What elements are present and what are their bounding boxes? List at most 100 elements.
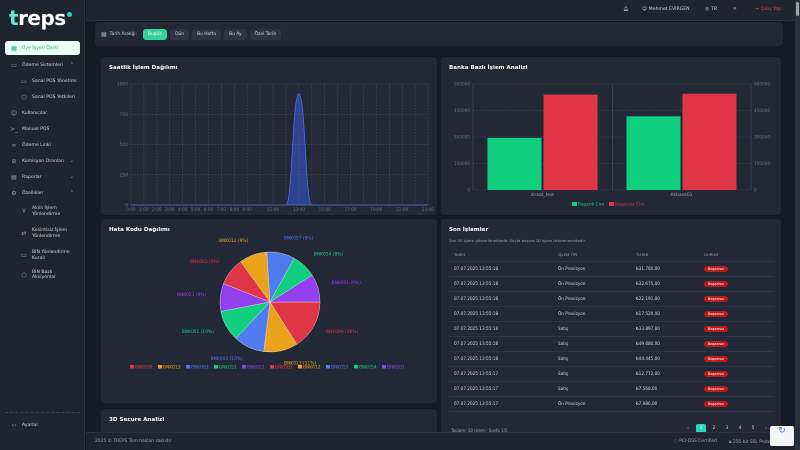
sidebar-item-label: Ödeme Sistemleri bbox=[22, 62, 64, 68]
status-cell: Başarısız bbox=[699, 321, 774, 337]
notifications-button[interactable]: 🔔︎ bbox=[623, 7, 629, 12]
page-scrollbar[interactable] bbox=[795, 0, 800, 450]
table-row[interactable]: 07.07.2025 13:55:18 Satış ₺33.897,00 Başarı… bbox=[449, 321, 774, 337]
legend-swatch bbox=[130, 365, 134, 369]
table-row[interactable]: 07.07.2025 13:55:17 Satış ₺12.772,00 Başarı… bbox=[449, 366, 774, 382]
sidebar-item-label: Raporlar bbox=[22, 174, 42, 180]
table-row[interactable]: 07.07.2025 13:55:18 Satış ₺49.680,00 Başarı… bbox=[449, 336, 774, 352]
logout-button[interactable]: ⇥ Çıkış Yap bbox=[755, 7, 781, 12]
sidebar-item-label: Kesintisiz İşlem Yönlendirme bbox=[32, 228, 68, 239]
filter-this-month-button[interactable]: Bu Ay bbox=[224, 28, 247, 40]
theme-toggle[interactable]: ✺ bbox=[733, 7, 737, 12]
date-cell: 07.07.2025 13:55:18 bbox=[449, 351, 553, 367]
report-icon: ▤ bbox=[11, 173, 17, 181]
route-icon: Y bbox=[22, 208, 26, 215]
sidebar-item-2[interactable]: ▭ Sanal POS Yönetimi bbox=[5, 73, 80, 89]
status-badge: Başarısız bbox=[704, 311, 728, 317]
sidebar-item-label: Kullanıcılar bbox=[22, 110, 48, 116]
legend-swatch bbox=[609, 202, 614, 206]
date-cell: 07.07.2025 13:55:18 bbox=[449, 306, 553, 322]
y-tick-label: 750 bbox=[120, 112, 129, 118]
terminal-icon: >_ bbox=[10, 125, 19, 133]
bar-Başarılı Ciro bbox=[487, 137, 542, 190]
chevron-down-icon: ⌄ bbox=[69, 174, 74, 180]
x-tick-label: 7:00 bbox=[217, 207, 227, 212]
sidebar-item-settings[interactable]: ‹› Ayarlar bbox=[5, 417, 80, 433]
date-cell: 07.07.2025 13:55:17 bbox=[449, 366, 553, 382]
legend-label: Başarılı Ciro bbox=[578, 202, 605, 208]
copyright: 2025 © TREPS Tüm hakları saklıdır. bbox=[95, 439, 173, 444]
error-code-pie-chart: BNK099 (16%)BNK013 (11%)BNK003 (10%)BNK0… bbox=[130, 236, 405, 370]
percent-icon: ⊘ bbox=[11, 157, 17, 165]
hexagon-icon: ⬡ bbox=[21, 271, 27, 279]
filter-this-week-button[interactable]: Bu Hafta bbox=[192, 28, 222, 40]
pie-label: BNK099 (16%) bbox=[326, 329, 358, 335]
hourly-chart-card: Saatlik İşlem Dağılımı 0 250 500 750 1000 0:0… bbox=[101, 57, 437, 215]
legend-label: BNK063 bbox=[275, 364, 293, 370]
x-tick-label: 8:00 bbox=[230, 207, 240, 212]
sidebar-item-7[interactable]: ⊘ Komisyon Oranları ⌄ bbox=[5, 153, 80, 169]
sidebar-item-3[interactable]: ⬡ Sanal POS Yetkileri bbox=[5, 89, 80, 105]
status-badge: Başarısız bbox=[704, 326, 728, 332]
type-cell: Ön Provizyon bbox=[553, 396, 631, 412]
sidebar-item-1[interactable]: ▭ Ödeme Sistemleri ⌃ bbox=[5, 57, 80, 73]
recaptcha-badge[interactable]: ↻ bbox=[770, 426, 794, 446]
table-row[interactable]: 07.07.2025 13:55:18 Satış ₺44.445,00 Başarı… bbox=[449, 351, 774, 367]
pci-label: PCI-DSS Certified bbox=[679, 439, 717, 444]
bell-icon: 🔔︎ bbox=[623, 7, 629, 12]
y-tick-label: 300000 bbox=[454, 135, 470, 140]
language-label: TR bbox=[711, 7, 718, 12]
filter-today-button[interactable]: Bugün bbox=[142, 28, 168, 40]
sidebar-item-label: Üye İşyeri Özeti bbox=[22, 45, 59, 51]
table-row[interactable]: 07.07.2025 13:55:17 Ön Provizyon ₺7.980,00… bbox=[449, 396, 774, 412]
table-row[interactable]: 07.07.2025 13:55:18 Ön Provizyon ₺31.760,0… bbox=[449, 261, 774, 277]
x-tick-label: ziraat_test bbox=[531, 192, 554, 198]
status-cell: Başarısız bbox=[699, 396, 774, 412]
sidebar-item-label: Akıllı İşlem Yönlendirme bbox=[32, 206, 61, 217]
x-tick-label: 3:00 bbox=[165, 207, 175, 212]
sidebar-item-0[interactable]: ▦ Üye İşyeri Özeti bbox=[5, 41, 80, 55]
sidebar-item-12[interactable]: ▭ BIN Yönlendirme Kuralı bbox=[5, 245, 80, 267]
x-tick-label: 13:00 bbox=[293, 207, 305, 212]
language-selector[interactable]: ◎ TR bbox=[705, 7, 717, 12]
bar-Başarısız Ciro bbox=[543, 94, 598, 190]
legend-label: BNK051 bbox=[219, 364, 237, 370]
column-header: DURUM bbox=[699, 248, 774, 262]
filter-custom-date-button[interactable]: Özel Tarih bbox=[249, 28, 282, 40]
y-tick-label: 250 bbox=[120, 172, 129, 178]
card-title: Son İşlemler bbox=[449, 227, 489, 233]
sidebar-item-11[interactable]: ⇄ Kesintisiz İşlem Yönlendirme bbox=[5, 223, 80, 245]
chevron-up-icon: ⌃ bbox=[69, 190, 74, 196]
table-row[interactable]: 07.07.2025 13:55:18 Ön Provizyon ₺22.191,0… bbox=[449, 291, 774, 307]
sidebar-item-9[interactable]: ⚙ Özellikler ⌃ bbox=[5, 185, 80, 201]
table-row[interactable]: 07.07.2025 13:55:18 Ön Provizyon ₺32.675,0… bbox=[449, 276, 774, 292]
sidebar: treps ▦ Üye İşyeri Özeti ▭ Ödeme Sistemleri… bbox=[0, 0, 85, 450]
status-cell: Başarısız bbox=[699, 366, 774, 382]
filter-yesterday-button[interactable]: Dün bbox=[170, 28, 190, 40]
sidebar-item-13[interactable]: ⬡ BIN Bazlı Aksiyonlar bbox=[5, 267, 80, 283]
status-badge: Başarısız bbox=[704, 266, 728, 272]
sidebar-item-4[interactable]: ☺ Kullanıcılar bbox=[5, 105, 80, 121]
sidebar-item-6[interactable]: ∞ Ödeme Linki bbox=[5, 137, 80, 153]
amount-cell: ₺31.760,00 bbox=[631, 261, 699, 277]
sidebar-item-label: Ödeme Linki bbox=[22, 142, 51, 148]
sidebar-item-5[interactable]: >_ Manuel POS bbox=[5, 121, 80, 137]
pie-label: BNK012 (9%) bbox=[219, 238, 249, 244]
date-cell: 07.07.2025 13:55:18 bbox=[449, 261, 553, 277]
logout-icon: ⇥ bbox=[755, 7, 759, 12]
table-row[interactable]: 07.07.2025 13:55:17 Satış ₺7.568,00 Başarıs… bbox=[449, 381, 774, 397]
treps-logo[interactable]: treps bbox=[9, 6, 72, 30]
status-badge: Başarısız bbox=[704, 371, 728, 377]
x-tick-label: 1:00 bbox=[139, 207, 149, 212]
user-menu[interactable]: ☺︎ Mehmet EVİRGEN bbox=[642, 7, 690, 12]
sidebar-item-label: Sanal POS Yönetimi bbox=[32, 78, 77, 84]
legend-label: BNK003 bbox=[191, 364, 209, 370]
sidebar-item-10[interactable]: Y Akıllı İşlem Yönlendirme bbox=[5, 201, 80, 223]
footer: 2025 © TREPS Tüm hakları saklıdır. ◌ PCI… bbox=[86, 432, 795, 450]
column-header: İŞLEM TİPİ bbox=[553, 248, 631, 262]
shield-icon: ⬡ bbox=[21, 93, 27, 101]
table-row[interactable]: 07.07.2025 13:55:18 Ön Provizyon ₺17.520,0… bbox=[449, 306, 774, 322]
legend-label: BNK012 bbox=[303, 364, 321, 370]
amount-cell: ₺49.680,00 bbox=[631, 336, 699, 352]
sidebar-item-8[interactable]: ▤ Raporlar ⌄ bbox=[5, 169, 80, 185]
